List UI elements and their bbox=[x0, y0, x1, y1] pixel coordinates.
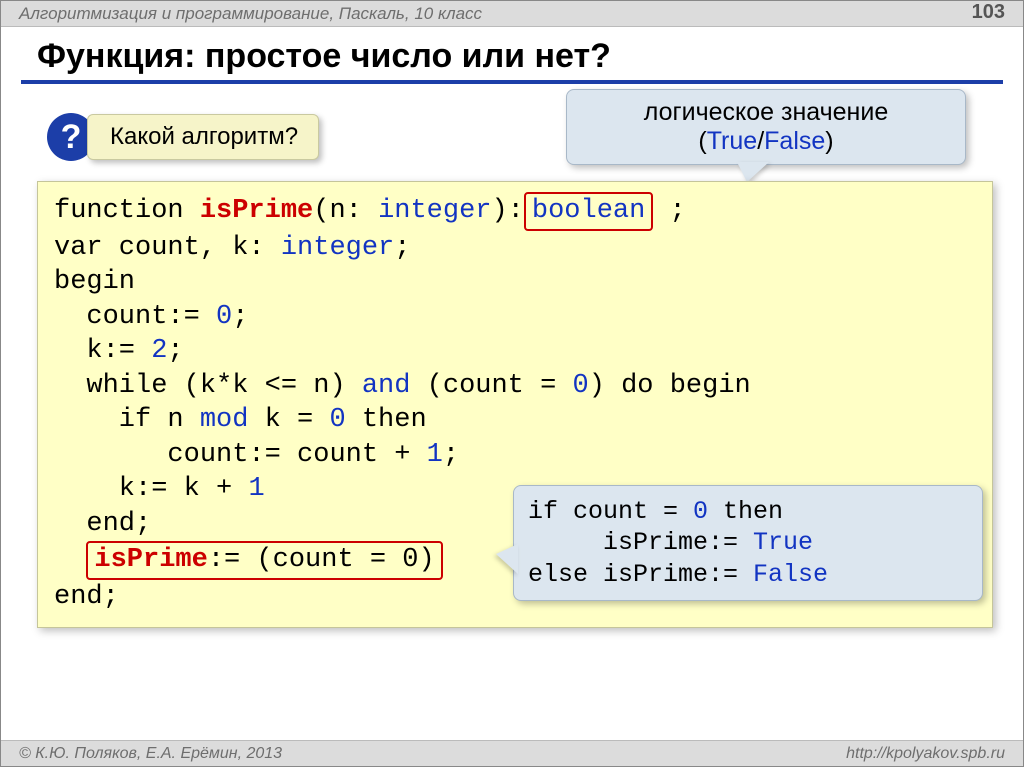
course-label: Алгоритмизация и программирование, Паска… bbox=[19, 1, 482, 26]
tooltip-boolean-value: логическое значение (True/False) bbox=[566, 89, 966, 165]
result-assign-box: isPrime:= (count = 0) bbox=[86, 541, 442, 580]
tooltip-tail-icon bbox=[737, 162, 769, 182]
tooltip-tail-icon bbox=[496, 544, 518, 574]
footer-bar: © К.Ю. Поляков, Е.А. Ерёмин, 2013 http:/… bbox=[1, 740, 1023, 766]
question-text: Какой алгоритм? bbox=[87, 114, 319, 160]
tooltip-line2: (True/False) bbox=[579, 127, 953, 156]
tooltip-line1: логическое значение bbox=[579, 98, 953, 127]
slide: Алгоритмизация и программирование, Паска… bbox=[0, 0, 1024, 767]
page-number: 103 bbox=[972, 0, 1005, 26]
slide-title: Функция: простое число или нет? bbox=[1, 27, 1023, 80]
tooltip-alternative-code: if count = 0 then isPrime:= True else is… bbox=[513, 485, 983, 601]
footer-url: http://kpolyakov.spb.ru bbox=[846, 741, 1005, 766]
return-type-box: boolean bbox=[524, 192, 653, 231]
question-callout: ? Какой алгоритм? bbox=[47, 113, 319, 161]
header-bar: Алгоритмизация и программирование, Паска… bbox=[1, 1, 1023, 27]
title-underline bbox=[21, 80, 1003, 84]
copyright: © К.Ю. Поляков, Е.А. Ерёмин, 2013 bbox=[19, 741, 282, 766]
